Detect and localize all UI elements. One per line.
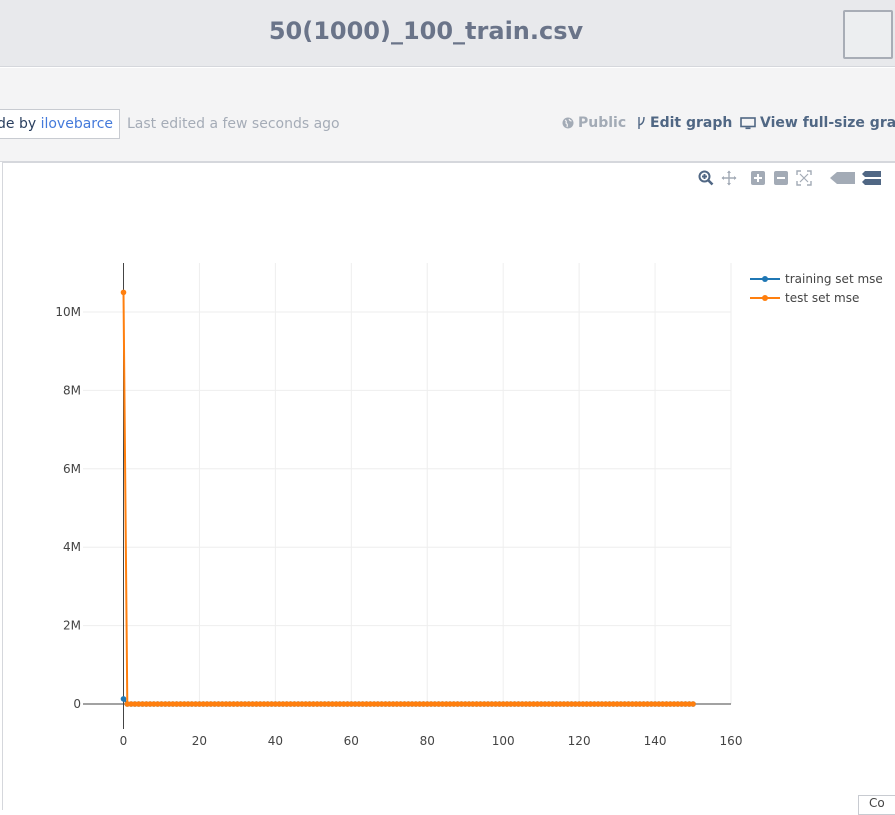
- header-corner-button[interactable]: [843, 10, 893, 59]
- zoom-out-icon[interactable]: [772, 170, 789, 186]
- last-edited-text: Last edited a few seconds ago: [127, 116, 340, 132]
- made-by-prefix: de by: [0, 116, 41, 132]
- hover-compare-icon[interactable]: [862, 170, 882, 186]
- autoscale-icon[interactable]: [795, 170, 812, 186]
- modebar: [697, 170, 882, 186]
- pan-icon[interactable]: [720, 170, 737, 186]
- zoom-icon[interactable]: [697, 170, 714, 186]
- plot-frame: [2, 162, 895, 810]
- public-link[interactable]: Public: [562, 115, 626, 131]
- made-by-badge[interactable]: de by ilovebarce: [0, 109, 121, 139]
- view-full-size-label: View full-size graph: [760, 115, 895, 131]
- view-full-size-link[interactable]: View full-size graph: [740, 115, 895, 131]
- globe-icon: [562, 117, 574, 129]
- hover-closest-icon[interactable]: [830, 170, 856, 186]
- header-bar: 50(1000)_100_train.csv: [0, 0, 895, 67]
- corner-tab[interactable]: Co: [858, 795, 895, 815]
- edit-graph-label: Edit graph: [650, 115, 733, 131]
- edit-graph-link[interactable]: Edit graph: [637, 115, 732, 131]
- monitor-icon: [740, 116, 756, 129]
- public-label: Public: [578, 115, 627, 131]
- fork-icon: [638, 116, 645, 129]
- zoom-in-icon[interactable]: [749, 170, 766, 186]
- page-title: 50(1000)_100_train.csv: [268, 17, 584, 45]
- made-by-user-link[interactable]: ilovebarce: [41, 116, 113, 132]
